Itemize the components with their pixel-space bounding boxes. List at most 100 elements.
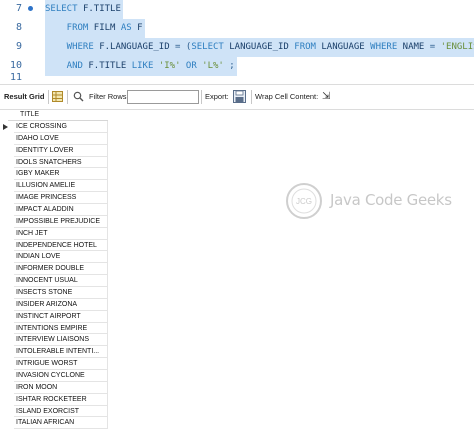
current-row-arrow-icon	[3, 124, 8, 130]
code-line-7[interactable]: 7 SELECT F.TITLE	[0, 0, 474, 19]
code-line-8[interactable]: 8 FROM FILM AS F	[0, 19, 474, 38]
table-row[interactable]: IRON MOON	[0, 381, 474, 394]
title-cell[interactable]: INTENTIONS EMPIRE	[14, 322, 108, 335]
export-label: Export:	[205, 92, 229, 101]
sql-editor[interactable]: 7 SELECT F.TITLE 8 FROM FILM AS F 9 WHER…	[0, 0, 474, 83]
code-token: FROM	[45, 23, 94, 33]
title-cell[interactable]: INSECTS STONE	[14, 287, 108, 299]
title-cell[interactable]: INTERVIEW LIAISONS	[14, 334, 108, 347]
table-row[interactable]: ISLAND EXORCIST	[0, 405, 474, 418]
title-cell[interactable]: ISLAND EXORCIST	[14, 405, 108, 418]
table-row[interactable]: ISHTAR ROCKETEER	[0, 393, 474, 406]
toolbar-divider	[48, 90, 49, 104]
jcg-logo-icon: JCG	[286, 183, 322, 219]
table-row[interactable]: INSTINCT AIRPORT	[0, 310, 474, 323]
code-token: F.TITLE	[88, 61, 132, 71]
title-cell[interactable]: INDIAN LOVE	[14, 251, 108, 264]
table-row[interactable]: INTOLERABLE INTENTI...	[0, 346, 474, 359]
filter-rows-label: Filter Rows:	[89, 92, 129, 101]
title-cell[interactable]: INVASION CYCLONE	[14, 370, 108, 382]
title-cell[interactable]: IRON MOON	[14, 381, 108, 394]
table-row[interactable]: ITALIAN AFRICAN	[0, 417, 474, 430]
line-number: 9	[15, 41, 22, 52]
filter-icon[interactable]	[73, 91, 84, 103]
line-number: 10	[9, 60, 22, 71]
result-grid[interactable]: TITLE ICE CROSSING IDAHO LOVE IDENTITY LOV…	[0, 109, 474, 438]
code-token: =	[429, 42, 441, 52]
code-token: OR	[185, 61, 203, 71]
table-row[interactable]: INDIAN LOVE	[0, 251, 474, 264]
result-toolbar: Result Grid Filter Rows: Export: Wrap Ce…	[0, 84, 474, 110]
title-cell[interactable]: ILLUSION AMELIE	[14, 180, 108, 193]
title-cell[interactable]: ISHTAR ROCKETEER	[14, 393, 108, 406]
toolbar-divider	[201, 90, 202, 104]
title-cell[interactable]: IMPOSSIBLE PREJUDICE	[14, 215, 108, 228]
table-row[interactable]: IDENTITY LOVER	[0, 144, 474, 157]
code-token: LANGUAGE_ID	[229, 42, 295, 52]
title-cell[interactable]: INCH JET	[14, 227, 108, 240]
table-row[interactable]: INFORMER DOUBLE	[0, 263, 474, 276]
result-grid-tab[interactable]: Result Grid	[4, 85, 44, 109]
export-icon[interactable]	[233, 90, 246, 103]
code-token: WHERE	[45, 42, 100, 52]
title-cell[interactable]: IDAHO LOVE	[14, 132, 108, 145]
table-row[interactable]: ICE CROSSING	[0, 121, 474, 133]
table-row[interactable]: INSECTS STONE	[0, 287, 474, 299]
line-number: 7	[15, 3, 22, 14]
code-text[interactable]: FROM FILM AS F	[45, 19, 145, 38]
code-text[interactable]: SELECT F.TITLE	[45, 0, 123, 19]
grid-header: TITLE	[8, 109, 108, 121]
title-cell[interactable]: IDOLS SNATCHERS	[14, 156, 108, 169]
java-code-geeks-watermark: JCG Java Code Geeks	[284, 181, 452, 225]
title-cell[interactable]: INTOLERABLE INTENTI...	[14, 346, 108, 359]
grid-view-icon[interactable]	[52, 91, 63, 103]
code-token: F.LANGUAGE_ID	[99, 42, 176, 52]
table-row[interactable]: IGBY MAKER	[0, 168, 474, 181]
title-cell[interactable]: INNOCENT USUAL	[14, 275, 108, 288]
title-cell[interactable]: IMAGE PRINCESS	[14, 192, 108, 205]
code-text[interactable]: WHERE F.LANGUAGE_ID = (SELECT LANGUAGE_I…	[45, 38, 474, 57]
code-token: 'L%'	[202, 61, 224, 71]
line-number: 8	[15, 22, 22, 33]
code-token: WHERE	[370, 42, 403, 52]
line-number: 11	[9, 72, 22, 83]
table-row[interactable]: INTENTIONS EMPIRE	[0, 322, 474, 335]
title-cell[interactable]: INTRIGUE WORST	[14, 358, 108, 371]
table-row[interactable]: INVASION CYCLONE	[0, 370, 474, 382]
code-line-9[interactable]: 9 WHERE F.LANGUAGE_ID = (SELECT LANGUAGE…	[0, 38, 474, 57]
table-row[interactable]: INNOCENT USUAL	[0, 275, 474, 288]
code-token: NAME	[402, 42, 430, 52]
title-cell[interactable]: INFORMER DOUBLE	[14, 263, 108, 276]
table-row[interactable]: IDOLS SNATCHERS	[0, 156, 474, 169]
grid-rows: ICE CROSSING IDAHO LOVE IDENTITY LOVER IDOL…	[0, 121, 474, 430]
table-row[interactable]: INCH JET	[0, 227, 474, 240]
code-text[interactable]: AND F.TITLE LIKE 'I%' OR 'L%' ;	[45, 57, 237, 76]
table-row[interactable]: INTERVIEW LIAISONS	[0, 334, 474, 347]
code-token: LANGUAGE	[321, 42, 371, 52]
table-row[interactable]: INTRIGUE WORST	[0, 358, 474, 371]
filter-rows-input[interactable]	[127, 90, 199, 104]
title-cell[interactable]: INDEPENDENCE HOTEL	[14, 239, 108, 252]
code-line-10[interactable]: 10 AND F.TITLE LIKE 'I%' OR 'L%' ;	[0, 57, 474, 76]
title-cell[interactable]: IMPACT ALADDIN	[14, 204, 108, 216]
code-token: FROM	[294, 42, 322, 52]
code-token: ;	[223, 61, 235, 71]
table-row[interactable]: IDAHO LOVE	[0, 132, 474, 145]
title-cell[interactable]: IGBY MAKER	[14, 168, 108, 181]
title-cell[interactable]: INSIDER ARIZONA	[14, 298, 108, 311]
column-header-title[interactable]: TITLE	[20, 109, 39, 120]
toolbar-divider	[67, 90, 68, 104]
table-row[interactable]: INDEPENDENCE HOTEL	[0, 239, 474, 252]
title-cell[interactable]: INSTINCT AIRPORT	[14, 310, 108, 323]
toolbar-divider	[251, 90, 252, 104]
watermark-brand-text: Java Code Geeks	[330, 191, 452, 209]
title-cell[interactable]: ITALIAN AFRICAN	[14, 417, 108, 430]
wrap-cell-icon[interactable]: ⇲	[322, 85, 330, 109]
code-token: SELECT	[191, 42, 230, 52]
jcg-logo-text: JCG	[296, 197, 312, 206]
table-row[interactable]: INSIDER ARIZONA	[0, 298, 474, 311]
code-token: 'ENGLISH'	[440, 42, 474, 52]
code-token: AS	[120, 23, 138, 33]
title-cell[interactable]: IDENTITY LOVER	[14, 144, 108, 157]
title-cell[interactable]: ICE CROSSING	[14, 121, 108, 133]
